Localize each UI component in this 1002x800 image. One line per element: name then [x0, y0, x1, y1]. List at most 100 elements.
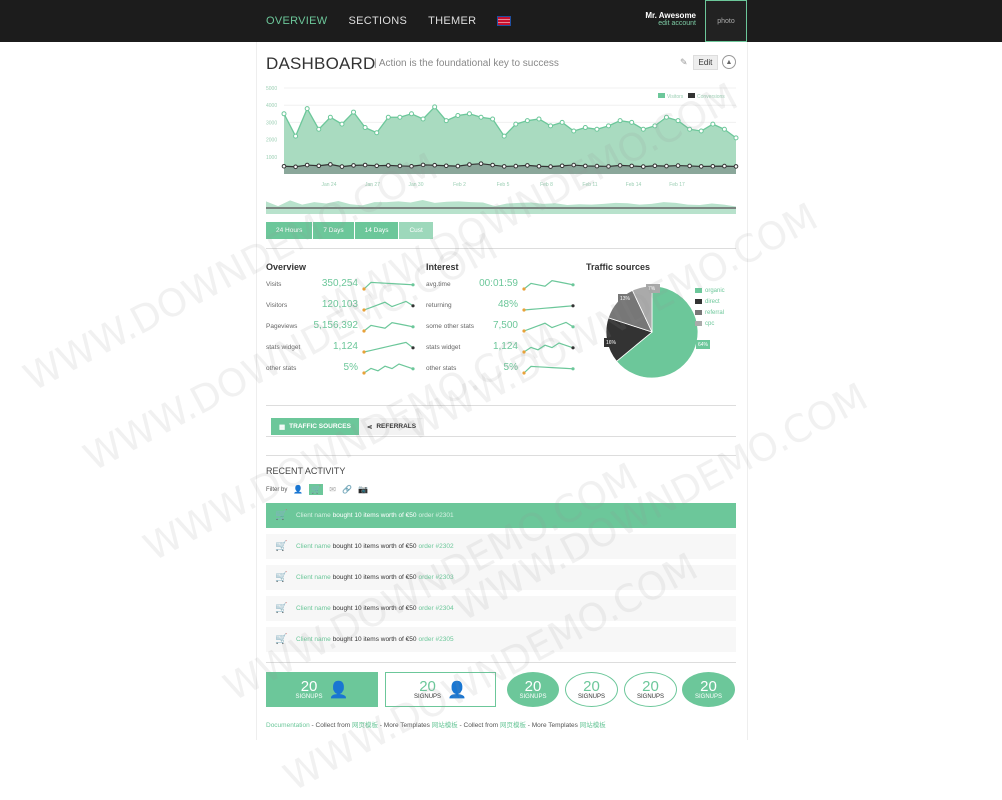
client-name-link[interactable]: Client name: [296, 574, 331, 581]
avatar[interactable]: photo: [705, 0, 747, 42]
conversions-point[interactable]: [525, 163, 530, 168]
camera-icon[interactable]: 📷: [358, 485, 368, 494]
nav-overview[interactable]: OVERVIEW: [266, 15, 328, 27]
visitors-point[interactable]: [339, 121, 345, 127]
client-name-link[interactable]: Client name: [296, 543, 331, 550]
visitors-point[interactable]: [536, 116, 542, 122]
conversions-point[interactable]: [316, 163, 322, 169]
visitors-point[interactable]: [304, 106, 310, 112]
range-24h-button[interactable]: 24 Hours: [266, 222, 314, 239]
signups-circle-2[interactable]: 20 SIGNUPS: [565, 672, 618, 707]
visitors-point[interactable]: [559, 119, 565, 125]
signups-box-1[interactable]: 20 SIGNUPS 👤: [266, 672, 378, 707]
visitors-point[interactable]: [721, 126, 727, 132]
client-name-link[interactable]: Client name: [296, 512, 331, 519]
visitors-point[interactable]: [408, 111, 414, 117]
footer-link[interactable]: 网站模板: [432, 722, 458, 729]
conversions-point[interactable]: [409, 163, 414, 169]
conversions-point[interactable]: [351, 163, 356, 168]
conversions-point[interactable]: [513, 163, 519, 169]
visitors-point[interactable]: [698, 128, 704, 134]
activity-item[interactable]: 🛒 Client name bought 10 items worth of €50…: [266, 534, 736, 559]
activity-item[interactable]: 🛒 Client name bought 10 items worth of €50…: [266, 503, 736, 528]
visitors-point[interactable]: [316, 126, 322, 132]
visitors-point[interactable]: [594, 126, 600, 132]
visitors-point[interactable]: [629, 119, 635, 125]
visitors-point[interactable]: [374, 130, 380, 136]
link-icon[interactable]: 🔗: [342, 485, 352, 494]
order-link[interactable]: order #2302: [419, 543, 454, 550]
visitors-point[interactable]: [582, 125, 588, 131]
conversions-point[interactable]: [362, 162, 368, 168]
conversions-point[interactable]: [548, 164, 553, 169]
signups-circle-1[interactable]: 20 SIGNUPS: [507, 672, 559, 707]
conversions-point[interactable]: [571, 162, 577, 168]
edit-button[interactable]: Edit: [692, 55, 719, 70]
conversions-point[interactable]: [617, 163, 623, 168]
conversions-point[interactable]: [606, 164, 611, 169]
conversions-point[interactable]: [455, 163, 461, 169]
activity-item[interactable]: 🛒 Client name bought 10 items worth of €50…: [266, 565, 736, 590]
visitors-point[interactable]: [327, 114, 333, 120]
conversions-point[interactable]: [664, 163, 669, 169]
footer-link[interactable]: 网页模板: [500, 722, 526, 729]
footer-link[interactable]: 网站模板: [580, 722, 606, 729]
conversions-point[interactable]: [559, 163, 565, 169]
visitors-point[interactable]: [524, 118, 530, 124]
conversions-point[interactable]: [386, 163, 391, 168]
visitors-point[interactable]: [733, 135, 739, 141]
conversions-point[interactable]: [374, 163, 380, 169]
conversions-point[interactable]: [733, 164, 739, 169]
signups-box-2[interactable]: 20 SIGNUPS 👤: [385, 672, 496, 707]
visitors-point[interactable]: [640, 126, 646, 132]
conversions-point[interactable]: [652, 163, 658, 169]
conversions-point[interactable]: [420, 162, 426, 168]
visitors-point[interactable]: [293, 133, 299, 139]
conversions-point[interactable]: [640, 164, 646, 169]
visitors-point[interactable]: [606, 123, 612, 129]
tab-traffic-sources[interactable]: ▦ TRAFFIC SOURCES: [271, 418, 359, 435]
visitors-point[interactable]: [351, 109, 357, 115]
conversions-point[interactable]: [687, 163, 692, 169]
conversions-point[interactable]: [675, 163, 681, 168]
visitors-point[interactable]: [652, 123, 658, 129]
order-link[interactable]: order #2305: [419, 636, 454, 643]
conversions-point[interactable]: [629, 163, 634, 169]
visitors-point[interactable]: [385, 114, 391, 120]
tab-referrals[interactable]: ⋖ REFERRALS: [358, 418, 425, 435]
conversions-point[interactable]: [443, 163, 449, 169]
documentation-link[interactable]: Documentation: [266, 722, 310, 729]
visitors-point[interactable]: [571, 128, 577, 134]
visitors-point[interactable]: [490, 116, 496, 122]
visitors-point[interactable]: [478, 114, 484, 120]
conversions-point[interactable]: [304, 162, 310, 168]
visitors-point[interactable]: [397, 114, 403, 120]
cart-icon[interactable]: 🛒: [309, 484, 324, 495]
visitors-point[interactable]: [617, 118, 623, 124]
conversions-point[interactable]: [397, 163, 403, 169]
flag-icon[interactable]: [497, 16, 512, 26]
conversions-point[interactable]: [583, 163, 588, 169]
conversions-point[interactable]: [467, 162, 472, 167]
order-link[interactable]: order #2304: [419, 605, 454, 612]
conversions-point[interactable]: [293, 164, 298, 170]
conversions-point[interactable]: [501, 164, 507, 169]
conversions-point[interactable]: [281, 163, 287, 169]
conversions-point[interactable]: [594, 163, 600, 169]
visitors-point[interactable]: [420, 116, 426, 122]
visitors-point[interactable]: [687, 126, 693, 132]
order-link[interactable]: order #2303: [419, 574, 454, 581]
client-name-link[interactable]: Client name: [296, 636, 331, 643]
nav-sections[interactable]: SECTIONS: [349, 15, 408, 27]
activity-item[interactable]: 🛒 Client name bought 10 items worth of €50…: [266, 596, 736, 621]
activity-item[interactable]: 🛒 Client name bought 10 items worth of €50…: [266, 627, 736, 652]
order-link[interactable]: order #2301: [419, 512, 454, 519]
mail-icon[interactable]: ✉: [329, 485, 336, 494]
visitors-point[interactable]: [513, 121, 519, 127]
visitors-point[interactable]: [548, 123, 554, 129]
range-custom-button[interactable]: Cust: [399, 222, 434, 239]
conversions-point[interactable]: [490, 162, 495, 168]
visitors-point[interactable]: [710, 121, 716, 127]
range-navigator-chart[interactable]: [266, 192, 736, 214]
footer-link[interactable]: 网页模板: [352, 722, 378, 729]
